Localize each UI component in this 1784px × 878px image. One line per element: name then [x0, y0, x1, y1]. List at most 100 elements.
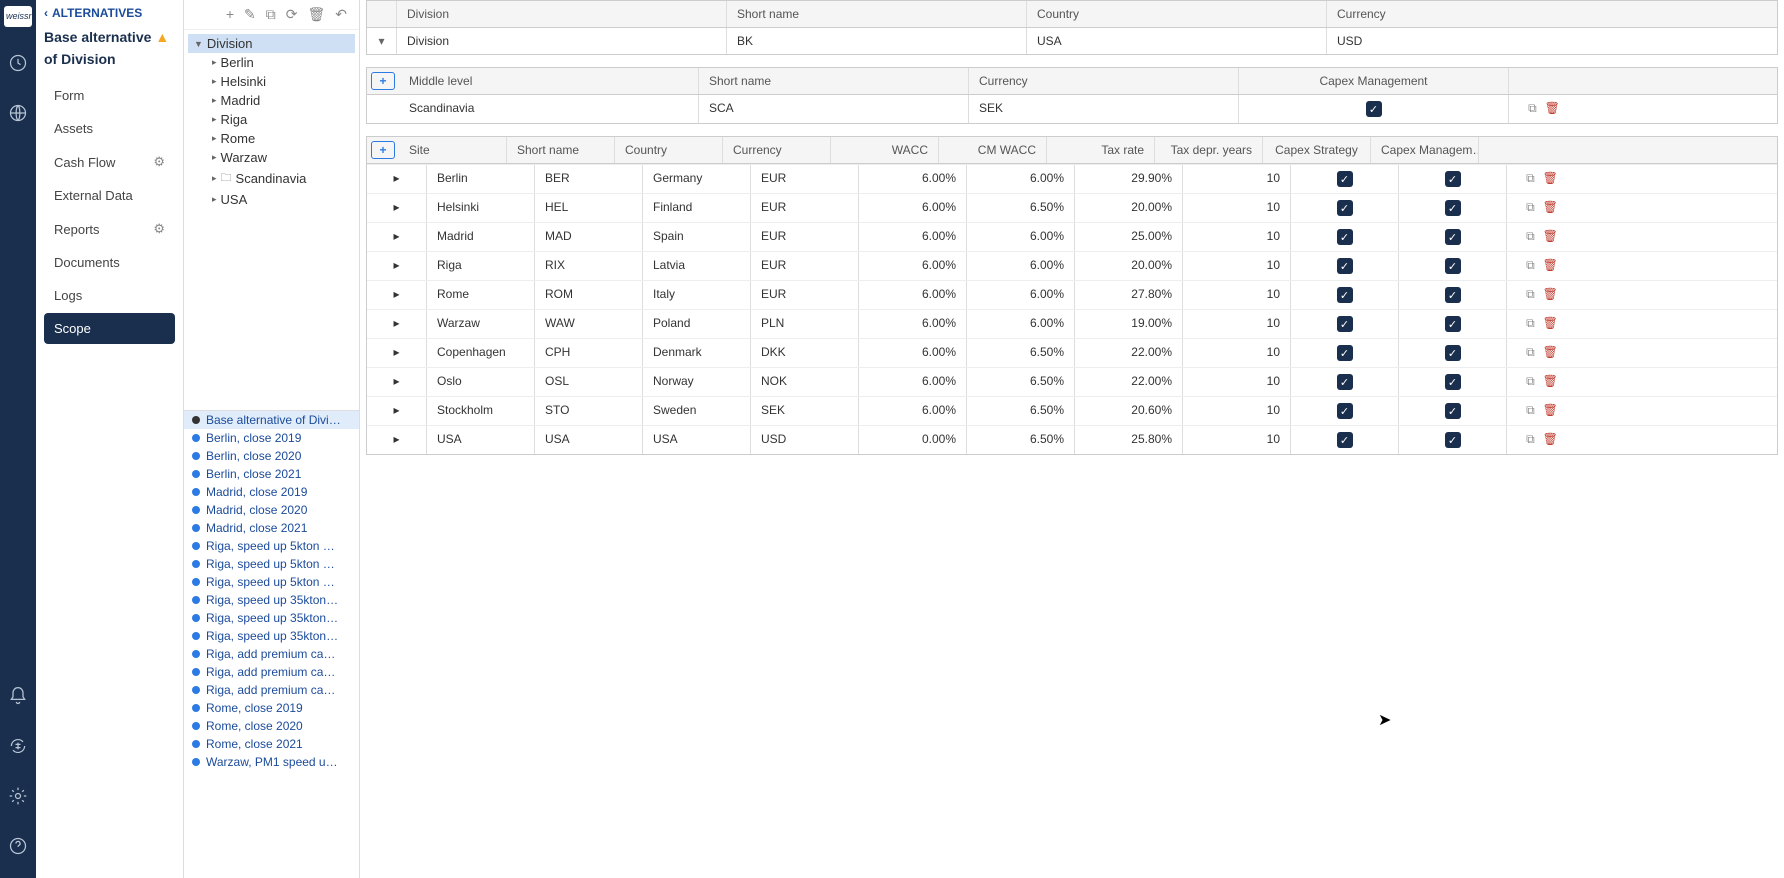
expand-toggle[interactable]: ▸: [367, 281, 427, 309]
site-row[interactable]: ▸OsloOSLNorwayNOK6.00%6.50%22.00%10✓✓⧉🗑: [367, 367, 1777, 396]
alternative-item[interactable]: Madrid, close 2019: [184, 483, 359, 501]
copy-row-icon[interactable]: ⧉: [1526, 403, 1535, 419]
settings-icon[interactable]: [0, 778, 36, 814]
tree-node-madrid[interactable]: ▸Madrid: [188, 91, 355, 110]
copy-row-icon[interactable]: ⧉: [1526, 316, 1535, 332]
copy-row-icon[interactable]: ⧉: [1526, 258, 1535, 274]
gear-icon[interactable]: ⚙: [153, 154, 165, 170]
copy-row-icon[interactable]: ⧉: [1526, 287, 1535, 303]
expand-toggle[interactable]: ▾: [367, 28, 397, 54]
expand-toggle[interactable]: ▸: [367, 397, 427, 425]
site-row[interactable]: ▸USAUSAUSAUSD0.00%6.50%25.80%10✓✓⧉🗑: [367, 425, 1777, 454]
alternative-item[interactable]: Rome, close 2019: [184, 699, 359, 717]
alternative-item[interactable]: Warzaw, PM1 speed u…: [184, 753, 359, 771]
site-row[interactable]: ▸RigaRIXLatviaEUR6.00%6.00%20.00%10✓✓⧉🗑: [367, 251, 1777, 280]
site-row[interactable]: ▸RomeROMItalyEUR6.00%6.00%27.80%10✓✓⧉🗑: [367, 280, 1777, 309]
delete-row-icon[interactable]: 🗑: [1543, 432, 1558, 448]
tree-node-warzaw[interactable]: ▸Warzaw: [188, 148, 355, 167]
site-row[interactable]: ▸CopenhagenCPHDenmarkDKK6.00%6.50%22.00%…: [367, 338, 1777, 367]
copy-row-icon[interactable]: ⧉: [1526, 200, 1535, 216]
tree-node-rome[interactable]: ▸Rome: [188, 129, 355, 148]
copy-icon[interactable]: ⧉: [266, 6, 276, 23]
division-row[interactable]: ▾ Division BK USA USD: [366, 27, 1778, 55]
tree-node-usa[interactable]: ▸USA: [188, 190, 355, 209]
alternative-item[interactable]: Base alternative of Divi…: [184, 411, 359, 429]
delete-row-icon[interactable]: 🗑: [1545, 101, 1560, 117]
alternative-item[interactable]: Berlin, close 2021: [184, 465, 359, 483]
alternative-item[interactable]: Rome, close 2020: [184, 717, 359, 735]
bell-icon[interactable]: [0, 678, 36, 714]
copy-row-icon[interactable]: ⧉: [1526, 374, 1535, 390]
alternative-item[interactable]: Riga, speed up 5kton …: [184, 555, 359, 573]
alternative-item[interactable]: Rome, close 2021: [184, 735, 359, 753]
clock-icon[interactable]: [0, 45, 36, 81]
app-logo[interactable]: weissr: [4, 6, 32, 27]
delete-row-icon[interactable]: 🗑: [1543, 229, 1558, 245]
add-middle-button[interactable]: +: [371, 72, 395, 90]
alternative-item[interactable]: Riga, add premium ca…: [184, 681, 359, 699]
alternative-item[interactable]: Riga, speed up 35kton…: [184, 591, 359, 609]
alternative-item[interactable]: Riga, speed up 35kton…: [184, 627, 359, 645]
tree-node-scandinavia[interactable]: ▸🗀Scandinavia: [188, 167, 355, 190]
help-icon[interactable]: [0, 828, 36, 864]
expand-toggle[interactable]: ▸: [367, 223, 427, 251]
delete-row-icon[interactable]: 🗑: [1543, 374, 1558, 390]
tree-root[interactable]: ▼Division: [188, 34, 355, 53]
delete-row-icon[interactable]: 🗑: [1543, 316, 1558, 332]
nav-item-scope[interactable]: Scope: [44, 313, 175, 344]
site-row[interactable]: ▸BerlinBERGermanyEUR6.00%6.00%29.90%10✓✓…: [367, 164, 1777, 193]
expand-toggle[interactable]: ▸: [367, 252, 427, 280]
globe-icon[interactable]: [0, 95, 36, 131]
expand-toggle[interactable]: ▸: [367, 339, 427, 367]
alternative-item[interactable]: Berlin, close 2020: [184, 447, 359, 465]
delete-icon[interactable]: 🗑: [307, 6, 325, 23]
tree-node-berlin[interactable]: ▸Berlin: [188, 53, 355, 72]
nav-item-cash-flow[interactable]: Cash Flow⚙: [44, 146, 175, 178]
nav-item-assets[interactable]: Assets: [44, 113, 175, 144]
nav-item-logs[interactable]: Logs: [44, 280, 175, 311]
alternative-item[interactable]: Madrid, close 2020: [184, 501, 359, 519]
copy-row-icon[interactable]: ⧉: [1526, 171, 1535, 187]
alternative-item[interactable]: Madrid, close 2021: [184, 519, 359, 537]
refresh-icon[interactable]: ⟳: [286, 6, 298, 23]
nav-item-external-data[interactable]: External Data: [44, 180, 175, 211]
expand-toggle[interactable]: ▸: [367, 165, 427, 193]
alternative-item[interactable]: Riga, speed up 5kton …: [184, 537, 359, 555]
edit-icon[interactable]: ✎: [244, 6, 256, 23]
copy-row-icon[interactable]: ⧉: [1528, 101, 1537, 117]
site-row[interactable]: ▸HelsinkiHELFinlandEUR6.00%6.50%20.00%10…: [367, 193, 1777, 222]
gear-icon[interactable]: ⚙: [153, 221, 165, 237]
expand-toggle[interactable]: ▸: [367, 310, 427, 338]
delete-row-icon[interactable]: 🗑: [1543, 345, 1558, 361]
alternative-item[interactable]: Riga, speed up 5kton …: [184, 573, 359, 591]
copy-row-icon[interactable]: ⧉: [1526, 229, 1535, 245]
site-row[interactable]: ▸StockholmSTOSwedenSEK6.00%6.50%20.60%10…: [367, 396, 1777, 425]
copy-row-icon[interactable]: ⧉: [1526, 345, 1535, 361]
nav-item-documents[interactable]: Documents: [44, 247, 175, 278]
add-icon[interactable]: +: [226, 6, 234, 23]
add-site-button[interactable]: +: [371, 141, 395, 159]
delete-row-icon[interactable]: 🗑: [1543, 200, 1558, 216]
delete-row-icon[interactable]: 🗑: [1543, 287, 1558, 303]
expand-toggle[interactable]: ▸: [367, 368, 427, 396]
nav-item-reports[interactable]: Reports⚙: [44, 213, 175, 245]
back-link[interactable]: ‹ALTERNATIVES: [44, 6, 175, 20]
site-row[interactable]: ▸MadridMADSpainEUR6.00%6.00%25.00%10✓✓⧉🗑: [367, 222, 1777, 251]
nav-item-form[interactable]: Form: [44, 80, 175, 111]
delete-row-icon[interactable]: 🗑: [1543, 258, 1558, 274]
alternative-item[interactable]: Berlin, close 2019: [184, 429, 359, 447]
refresh-currency-icon[interactable]: [0, 728, 36, 764]
alternative-item[interactable]: Riga, speed up 35kton…: [184, 609, 359, 627]
alternative-item[interactable]: Riga, add premium ca…: [184, 645, 359, 663]
site-row[interactable]: ▸WarzawWAWPolandPLN6.00%6.00%19.00%10✓✓⧉…: [367, 309, 1777, 338]
copy-row-icon[interactable]: ⧉: [1526, 432, 1535, 448]
expand-toggle[interactable]: ▸: [367, 426, 427, 454]
alternative-item[interactable]: Riga, add premium ca…: [184, 663, 359, 681]
delete-row-icon[interactable]: 🗑: [1543, 403, 1558, 419]
middle-row[interactable]: Scandinavia SCA SEK ✓ ⧉🗑: [366, 94, 1778, 124]
tree-node-helsinki[interactable]: ▸Helsinki: [188, 72, 355, 91]
tree-node-riga[interactable]: ▸Riga: [188, 110, 355, 129]
expand-toggle[interactable]: ▸: [367, 194, 427, 222]
delete-row-icon[interactable]: 🗑: [1543, 171, 1558, 187]
undo-icon[interactable]: ↶: [335, 6, 347, 23]
